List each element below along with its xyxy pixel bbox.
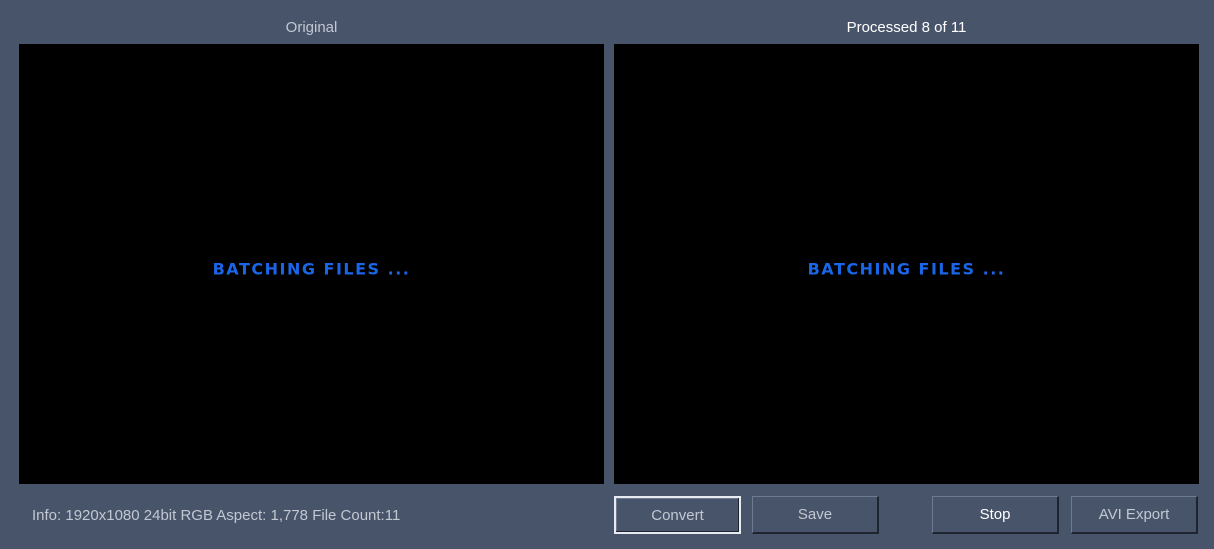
original-status-text: BATCHING FILES ...	[212, 259, 411, 279]
original-panel-title: Original	[285, 19, 338, 36]
processed-preview: BATCHING FILES ...	[614, 44, 1199, 484]
stop-button[interactable]: Stop	[932, 496, 1059, 534]
file-info-text: Info: 1920x1080 24bit RGB Aspect: 1,778 …	[32, 507, 401, 524]
avi-export-button[interactable]: AVI Export	[1071, 496, 1198, 534]
save-button[interactable]: Save	[752, 496, 879, 534]
processed-status-text: BATCHING FILES ...	[807, 259, 1006, 279]
convert-button[interactable]: Convert	[614, 496, 741, 534]
processed-panel-title: Processed 8 of 11	[846, 19, 967, 36]
original-preview: BATCHING FILES ...	[19, 44, 604, 484]
